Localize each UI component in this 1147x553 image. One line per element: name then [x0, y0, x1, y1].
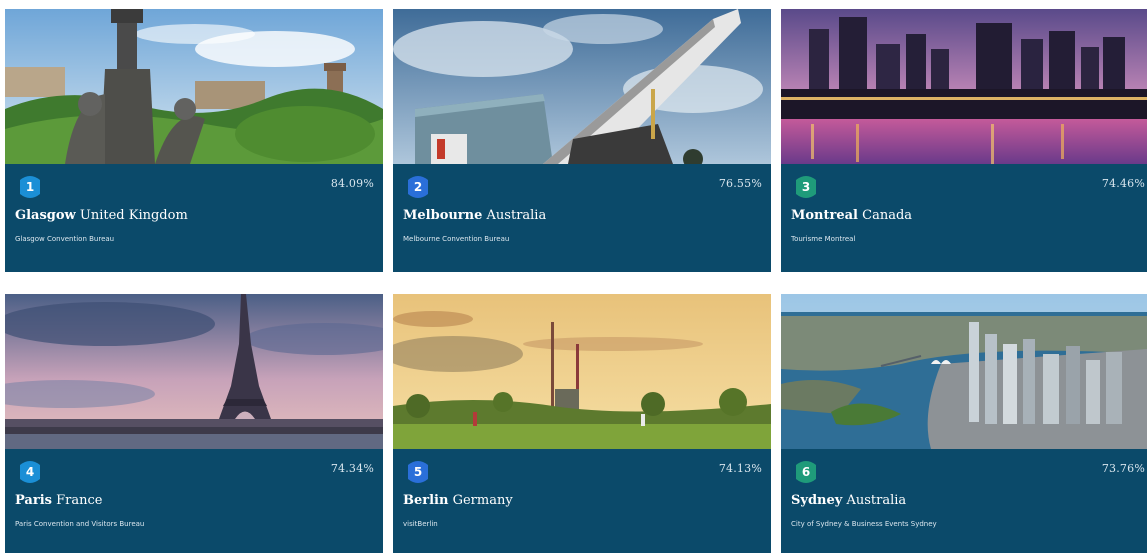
city-name: Sydney	[791, 493, 843, 508]
country-name: France	[56, 493, 103, 508]
country-name: Canada	[862, 208, 913, 223]
rank-badge: 2	[404, 174, 432, 200]
city-title: Montreal Canada	[791, 208, 912, 223]
score-percent: 74.13%	[718, 462, 762, 475]
rank-badge: 6	[792, 459, 820, 485]
rank-number: 1	[25, 180, 35, 194]
city-card-glasgow[interactable]: 1 84.09% Glasgow United Kingdom Glasgow …	[5, 9, 383, 272]
montreal-photo	[781, 9, 1147, 164]
city-card-melbourne[interactable]: 2 76.55% Melbourne Australia Melbourne C…	[393, 9, 771, 272]
city-title: Paris France	[15, 493, 102, 508]
rank-number: 3	[801, 180, 811, 194]
melbourne-photo	[393, 9, 771, 164]
country-name: United Kingdom	[79, 208, 188, 223]
score-percent: 74.46%	[1101, 177, 1145, 190]
city-ranking-grid: 1 84.09% Glasgow United Kingdom Glasgow …	[0, 0, 1147, 553]
country-name: Germany	[452, 493, 513, 508]
organisation-name: Glasgow Convention Bureau	[15, 235, 115, 243]
organisation-name: Melbourne Convention Bureau	[403, 235, 510, 243]
rank-number: 5	[413, 465, 423, 479]
score-percent: 76.55%	[718, 177, 762, 190]
berlin-photo	[393, 294, 771, 449]
score-percent: 73.76%	[1101, 462, 1145, 475]
rank-number: 6	[801, 465, 811, 479]
city-name: Berlin	[403, 493, 449, 508]
city-name: Melbourne	[403, 208, 483, 223]
organisation-name: City of Sydney & Business Events Sydney	[791, 520, 937, 528]
country-name: Australia	[846, 493, 907, 508]
city-title: Glasgow United Kingdom	[15, 208, 188, 223]
city-title: Berlin Germany	[403, 493, 513, 508]
city-name: Montreal	[791, 208, 858, 223]
score-percent: 74.34%	[330, 462, 374, 475]
organisation-name: visitBerlin	[403, 520, 438, 528]
glasgow-photo	[5, 9, 383, 164]
city-title: Melbourne Australia	[403, 208, 546, 223]
score-percent: 84.09%	[330, 177, 374, 190]
city-card-sydney[interactable]: 6 73.76% Sydney Australia City of Sydney…	[781, 294, 1147, 553]
sydney-photo	[781, 294, 1147, 449]
rank-badge: 4	[16, 459, 44, 485]
rank-badge: 3	[792, 174, 820, 200]
organisation-name: Tourisme Montreal	[791, 235, 856, 243]
city-card-montreal[interactable]: 3 74.46% Montreal Canada Tourisme Montre…	[781, 9, 1147, 272]
city-name: Glasgow	[15, 208, 76, 223]
rank-number: 2	[413, 180, 423, 194]
country-name: Australia	[486, 208, 547, 223]
city-title: Sydney Australia	[791, 493, 906, 508]
rank-number: 4	[25, 465, 35, 479]
rank-badge: 5	[404, 459, 432, 485]
city-card-berlin[interactable]: 5 74.13% Berlin Germany visitBerlin	[393, 294, 771, 553]
rank-badge: 1	[16, 174, 44, 200]
city-name: Paris	[15, 493, 52, 508]
organisation-name: Paris Convention and Visitors Bureau	[15, 520, 145, 528]
paris-photo	[5, 294, 383, 449]
city-card-paris[interactable]: 4 74.34% Paris France Paris Convention a…	[5, 294, 383, 553]
